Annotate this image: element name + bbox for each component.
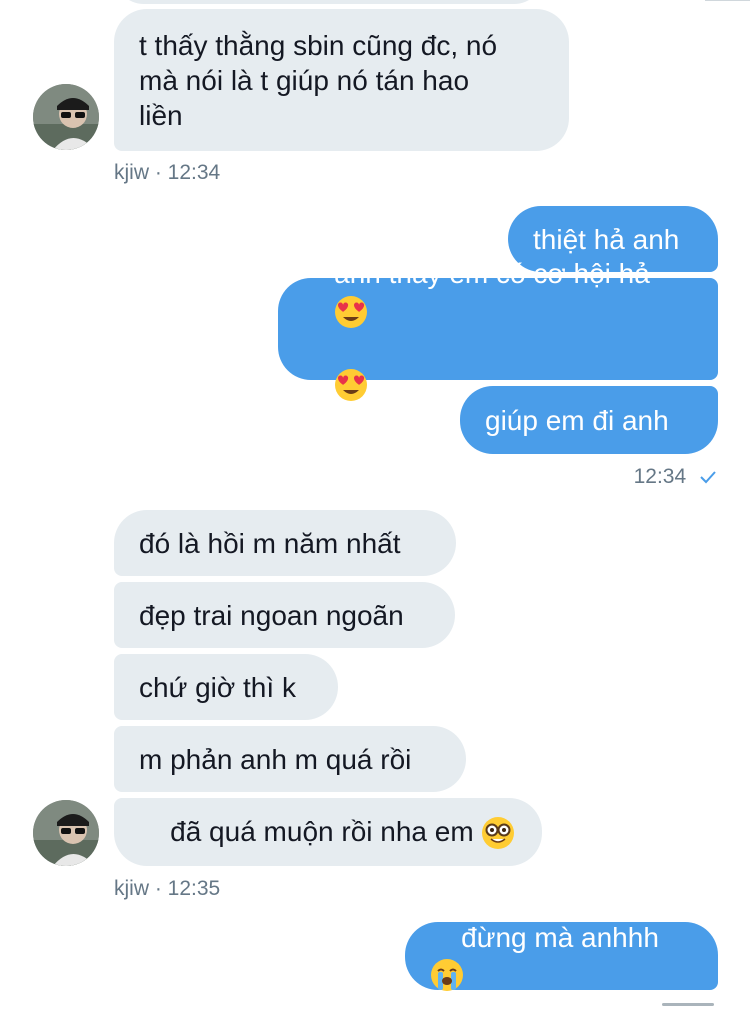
message-meta: kjiw · 12:34 bbox=[114, 161, 221, 184]
message-meta: kjiw · 12:35 bbox=[114, 877, 221, 900]
incoming-message[interactable]: t thấy thằng sbin cũng đc, nó mà nói là … bbox=[114, 9, 569, 151]
outgoing-message[interactable]: giúp em đi anh bbox=[460, 386, 718, 454]
outgoing-message[interactable]: đừng mà anhhh bbox=[405, 922, 718, 991]
top-divider bbox=[705, 0, 750, 1]
incoming-message[interactable]: đã quá muộn rồi nha em bbox=[114, 798, 542, 866]
message-text: m phản anh m quá rồi bbox=[139, 743, 412, 775]
check-icon bbox=[700, 471, 716, 484]
crying-face-emoji bbox=[431, 958, 463, 991]
message-text: giúp em đi anh bbox=[485, 404, 669, 436]
incoming-message[interactable]: đó là hồi m năm nhất bbox=[114, 510, 456, 576]
message-text: đó là hồi m năm nhất bbox=[139, 527, 401, 559]
heart-eyes-emoji bbox=[335, 368, 368, 401]
heart-eyes-emoji bbox=[335, 296, 368, 328]
message-text: t thấy thằng sbin cũng đc, nó mà nói là … bbox=[139, 29, 498, 131]
incoming-message[interactable]: đẹp trai ngoan ngoãn bbox=[114, 582, 455, 648]
avatar[interactable] bbox=[33, 84, 99, 150]
avatar[interactable] bbox=[33, 800, 99, 866]
nerd-face-emoji bbox=[482, 817, 515, 850]
message-meta: 12:34 bbox=[634, 465, 716, 489]
cut-off-timestamp bbox=[662, 1000, 714, 1006]
message-text: đẹp trai ngoan ngoãn bbox=[139, 599, 404, 631]
message-text: đã quá muộn rồi nha em bbox=[139, 779, 515, 886]
incoming-message[interactable]: chứ giờ thì k bbox=[114, 654, 338, 720]
outgoing-message[interactable]: anh thấy em có cơ hội hả bbox=[278, 258, 718, 401]
previous-message-bubble-edge bbox=[114, 0, 544, 4]
message-text: chứ giờ thì k bbox=[139, 671, 296, 703]
